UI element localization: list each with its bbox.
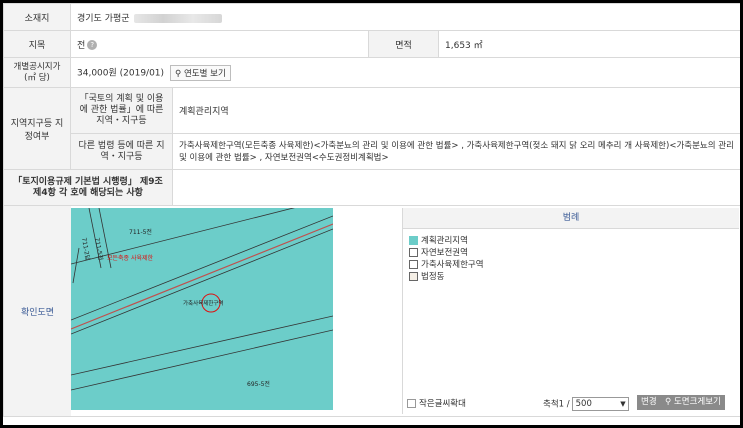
zoning-label: 지역지구등 지정여부: [3, 87, 71, 170]
question-icon[interactable]: ?: [87, 40, 98, 50]
zoning-sub1-label: 「국토의 계획 및 이용에 관한 법률」에 따른 지역・지구등: [70, 87, 173, 134]
zoning-sub2-label: 다른 법령 등에 따른 지역・지구등: [70, 133, 173, 170]
legend-item: 자연보전권역: [409, 247, 739, 259]
area-label: 면적: [368, 30, 439, 58]
legend-swatch: [409, 272, 418, 281]
year-view-button[interactable]: ⚲ 연도별 보기: [170, 64, 231, 81]
zoning-sub2-value: 가축사육제한구역(모든축종 사육제한)<가축분뇨의 관리 및 이용에 관한 법률…: [171, 133, 740, 170]
legend-item: 법정동: [409, 271, 739, 283]
location-label: 소재지: [3, 3, 71, 31]
change-button[interactable]: 변경: [637, 395, 661, 410]
map-row: 확인도면 711-5전 711-2답 711-5전 모든축종 사육제한 가축사육…: [3, 205, 740, 417]
parcel-695-5: 695-5전: [247, 380, 270, 388]
area-value: 1,653 ㎡: [437, 30, 740, 58]
map-controls: 작은글씨확대 축척1 /500 ▼ 변경 ⚲ 도면크게보기: [403, 394, 739, 412]
legend-swatch: [409, 260, 418, 269]
map-drawing: 711-5전 711-2답 711-5전 모든축종 사육제한 가축사육제한구역 …: [71, 208, 333, 391]
scale-label: 축척1 /: [543, 399, 570, 410]
redacted-address: [133, 13, 222, 23]
red-restriction-text: 모든축종 사육제한: [107, 254, 154, 262]
checkbox-icon: [407, 399, 416, 408]
dropdown-arrow-icon: ▼: [620, 400, 626, 408]
location-value: 경기도 가평군: [69, 3, 740, 31]
legend-title: 범례: [403, 208, 739, 229]
legend-item: 계획관리지역: [409, 235, 739, 247]
parcel-711-5-top: 711-5전: [129, 228, 152, 236]
search-icon: ⚲: [175, 68, 182, 79]
scale-select[interactable]: 500 ▼: [571, 397, 629, 411]
zoning-sub1-value: 계획관리지역: [171, 87, 740, 134]
land-use-panel: 소재지 경기도 가평군 지목 전? 면적 1,653 ㎡ 개별공시지가(㎡ 당)…: [3, 3, 740, 425]
rules-label: 「토지이용규제 기본법 시행령」 제9조제4항 각 호에 해당되는 사항: [3, 169, 173, 206]
legend-swatch: [409, 236, 418, 245]
small-text-zoom-checkbox[interactable]: 작은글씨확대: [407, 397, 466, 409]
jimok-label: 지목: [3, 30, 71, 58]
scale-control: 축척1 /500 ▼: [543, 397, 629, 411]
rules-value: [171, 169, 740, 206]
parcel-selected-label: 가축사육제한구역: [183, 299, 223, 307]
legend-panel: 범례 계획관리지역 자연보전권역 가축사육제한구역 법정동 작은글씨확대 축척1…: [402, 208, 739, 414]
legend-swatch: [409, 248, 418, 257]
magnifier-icon: ⚲: [665, 397, 672, 407]
map-section-label: 확인도면: [4, 206, 71, 416]
jimok-value: 전?: [70, 30, 369, 58]
cadastral-map[interactable]: 711-5전 711-2답 711-5전 모든축종 사육제한 가축사육제한구역 …: [71, 208, 333, 410]
legend-item: 가축사육제한구역: [409, 259, 739, 271]
zoom-map-button[interactable]: ⚲ 도면크게보기: [661, 395, 725, 410]
price-value: 34,000원 (2019/01) ⚲ 연도별 보기: [69, 57, 740, 88]
land-info-table: 소재지 경기도 가평군 지목 전? 면적 1,653 ㎡ 개별공시지가(㎡ 당)…: [3, 3, 740, 417]
price-label: 개별공시지가(㎡ 당): [3, 57, 71, 88]
legend-list: 계획관리지역 자연보전권역 가축사육제한구역 법정동: [409, 235, 739, 283]
